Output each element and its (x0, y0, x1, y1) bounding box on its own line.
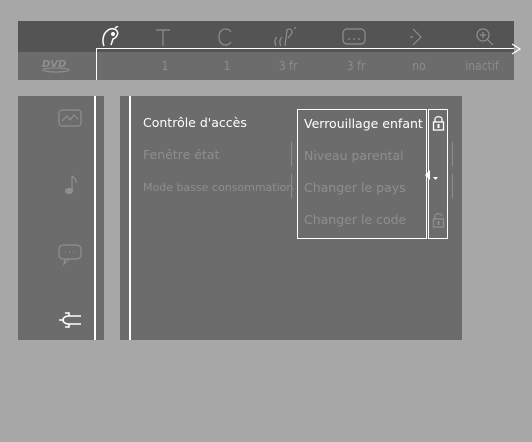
arrow-right-icon (511, 43, 522, 55)
menu-divider (452, 174, 453, 198)
title-icon[interactable] (148, 23, 178, 50)
settings-category-panel (18, 96, 104, 340)
submenu-item-change-country[interactable]: Changer le pays (304, 180, 406, 195)
sound-settings-icon[interactable] (48, 169, 92, 201)
main-panel-divider (129, 96, 131, 340)
unlock-icon (432, 213, 445, 228)
menu-divider (291, 142, 292, 166)
menu-item-status-window[interactable]: Fenêtre état (143, 147, 219, 162)
menu-divider (291, 174, 292, 198)
angle-icon[interactable] (402, 23, 432, 50)
audio-icon[interactable] (271, 23, 301, 50)
zoom-value: inactif (465, 59, 499, 73)
title-value: 1 (161, 59, 169, 73)
features-icon[interactable] (48, 304, 92, 336)
pointer-icon[interactable] (96, 23, 126, 50)
access-control-submenu: Verrouillage enfant Niveau parental Chan… (297, 109, 427, 239)
value-bar: DVD (18, 52, 514, 80)
chapter-icon[interactable] (210, 23, 240, 50)
selection-cursor-icon (425, 170, 438, 180)
lock-icon (432, 116, 445, 131)
left-panel-divider (94, 96, 96, 340)
angle-value: no (412, 59, 426, 73)
picture-settings-icon[interactable] (48, 102, 92, 134)
submenu-item-child-lock[interactable]: Verrouillage enfant (304, 116, 423, 131)
menu-item-low-power-mode[interactable]: Mode basse consommation (143, 181, 293, 194)
chapter-value: 1 (223, 59, 231, 73)
menu-pointer-stem (96, 48, 97, 80)
submenu-item-parental-level[interactable]: Niveau parental (304, 148, 404, 163)
dvd-logo: DVD (42, 59, 70, 73)
zoom-icon[interactable] (470, 23, 500, 50)
subtitle-icon[interactable] (339, 23, 369, 50)
audio-value: 3 fr (278, 59, 298, 73)
menu-divider (452, 142, 453, 166)
submenu-item-change-code[interactable]: Changer le code (304, 212, 406, 227)
menu-pointer-line (96, 48, 514, 49)
language-settings-icon[interactable] (48, 238, 92, 270)
menu-item-access-control[interactable]: Contrôle d'accès (143, 115, 247, 130)
subtitle-value: 3 fr (346, 59, 366, 73)
